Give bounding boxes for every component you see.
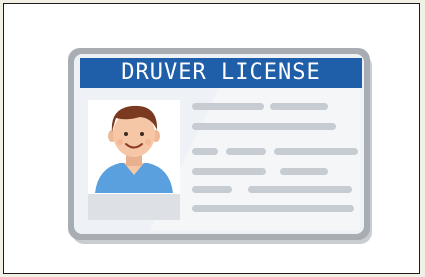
placeholder-line [192, 103, 264, 110]
portrait-photo-icon [88, 100, 180, 220]
placeholder-line [192, 186, 232, 193]
card-title: DRUVER LICENSE [121, 59, 321, 85]
placeholder-line [280, 168, 328, 175]
placeholder-line [226, 148, 266, 155]
placeholder-line [248, 186, 352, 193]
placeholder-line [192, 148, 218, 155]
placeholder-line [274, 148, 358, 155]
placeholder-line [192, 168, 266, 175]
placeholder-line [192, 123, 336, 130]
placeholder-line [270, 103, 328, 110]
placeholder-line [192, 205, 354, 212]
id-card-illustration [68, 48, 372, 244]
